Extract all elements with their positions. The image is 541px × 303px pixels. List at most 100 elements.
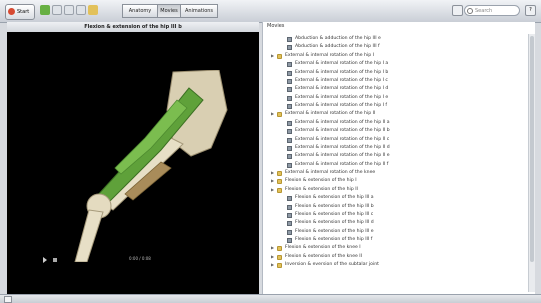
tree-item[interactable]: Flexion & extension of the hip III c (263, 211, 525, 219)
tree-folder[interactable]: ▶ Flexion & extension of the hip II (263, 186, 525, 194)
tree-item[interactable]: Abduction & adduction of the hip III e (263, 35, 525, 43)
tree-item-label: Flexion & extension of the hip I (285, 178, 357, 184)
movie-icon (287, 37, 292, 42)
tree-item-label: Abduction & adduction of the hip III f (295, 44, 380, 50)
movie-icon (287, 78, 292, 84)
movie-icon (287, 154, 292, 160)
tree-item[interactable]: Flexion & extension of the hip III d (263, 219, 525, 227)
tree-item-label: Inversion & eversion of the subtalar joi… (285, 262, 379, 268)
expand-arrow-icon[interactable]: ▶ (271, 169, 274, 177)
tree-folder[interactable]: ▶ Flexion & extension of the knee II (263, 253, 525, 261)
tree-item[interactable]: External & internal rotation of the hip … (263, 127, 525, 135)
movie-icon (287, 45, 292, 51)
expand-arrow-icon[interactable]: ▶ (271, 244, 274, 252)
folder-icon (277, 254, 282, 260)
play-icon[interactable] (43, 257, 47, 263)
start-button[interactable]: Start (5, 4, 35, 20)
tree-item[interactable]: External & internal rotation of the hip … (263, 85, 525, 93)
movie-icon (287, 95, 292, 101)
tree-item[interactable]: Flexion & extension of the hip III a (263, 194, 525, 202)
tree-folder[interactable]: ▶ Inversion & eversion of the subtalar jo… (263, 261, 525, 269)
expand-arrow-icon[interactable]: ▶ (271, 110, 274, 118)
toolbar-option-button[interactable] (452, 5, 463, 16)
expand-arrow-icon[interactable]: ▶ (271, 52, 274, 60)
tree-item-label: External & internal rotation of the hip … (295, 144, 390, 150)
movie-icon (287, 70, 292, 76)
anatomy-3d-view[interactable] (41, 70, 231, 262)
expand-arrow-icon[interactable]: ▶ (271, 186, 274, 194)
folder-icon[interactable] (88, 5, 98, 15)
folder-icon (277, 263, 282, 269)
tree-item-label: External & internal rotation of the hip … (295, 86, 389, 92)
forward-icon[interactable] (76, 5, 86, 15)
tree-item-label: External & internal rotation of the hip … (295, 136, 390, 142)
volume-icon[interactable] (53, 258, 57, 262)
video-controls[interactable]: 0:00 / 0:08 (41, 256, 231, 264)
tree-item-label: External & internal rotation of the hip … (285, 111, 376, 117)
tree-item[interactable]: External & internal rotation of the hip … (263, 144, 525, 152)
tree-item[interactable]: Flexion & extension of the hip III b (263, 203, 525, 211)
tree-item-label: External & internal rotation of the hip … (295, 161, 389, 167)
tree-item-label: External & internal rotation of the hip … (295, 128, 390, 134)
movie-icon (287, 196, 292, 202)
tree-item[interactable]: External & internal rotation of the hip … (263, 161, 525, 169)
movie-viewer-panel: Flexion & extension of the hip III b 0:0… (7, 22, 259, 294)
tab-animations[interactable]: Animations (181, 4, 218, 18)
back-icon[interactable] (64, 5, 74, 15)
tree-item[interactable]: Flexion & extension of the hip III e (263, 228, 525, 236)
movie-icon (287, 229, 292, 235)
tree-item-label: Flexion & extension of the hip III e (295, 228, 374, 234)
search-icon (467, 8, 473, 14)
movie-icon (287, 137, 292, 143)
tree-item[interactable]: External & internal rotation of the hip … (263, 136, 525, 144)
home-icon[interactable] (52, 5, 62, 15)
expand-arrow-icon[interactable]: ▶ (271, 261, 274, 269)
tree-item-label: Abduction & adduction of the hip III e (295, 36, 381, 41)
tree-folder[interactable]: ▶ Flexion & extension of the knee I (263, 244, 525, 252)
folder-icon (277, 53, 282, 59)
tree-item-label: External & internal rotation of the hip … (295, 94, 389, 100)
tree-item-label: Flexion & extension of the knee II (285, 253, 363, 259)
tree-item[interactable]: Abduction & adduction of the hip III f (263, 43, 525, 51)
scrollbar-thumb[interactable] (530, 36, 534, 262)
tree-item[interactable]: External & internal rotation of the hip … (263, 77, 525, 85)
tab-movies[interactable]: Movies (158, 4, 181, 18)
folder-icon (277, 171, 282, 176)
tree-item-label: Flexion & extension of the hip III d (295, 220, 374, 226)
tree-item[interactable]: External & internal rotation of the hip … (263, 69, 525, 77)
movie-icon (287, 238, 292, 243)
list-scrollbar[interactable] (528, 34, 535, 292)
tree-item[interactable]: External & internal rotation of the hip … (263, 119, 525, 127)
expand-arrow-icon[interactable]: ▶ (271, 177, 274, 185)
tree-folder[interactable]: ▶ External & internal rotation of the hip… (263, 52, 525, 60)
tree-folder[interactable]: ▶ Flexion & extension of the hip I (263, 177, 525, 185)
tree-item-label: External & internal rotation of the hip … (295, 103, 388, 108)
tree-folder[interactable]: ▶ External & internal rotation of the kne… (263, 169, 525, 177)
tree-item-label: Flexion & extension of the hip III f (295, 237, 373, 242)
tree-folder[interactable]: ▶ External & internal rotation of the hip… (263, 110, 525, 118)
tab-anatomy[interactable]: Anatomy (122, 4, 158, 18)
expand-arrow-icon[interactable]: ▶ (271, 253, 274, 261)
tree-item[interactable]: Flexion & extension of the hip III f (263, 236, 525, 244)
movies-tree: Abduction & adduction of the hip III e Ab… (263, 35, 525, 270)
view-tabs: Anatomy Movies Animations (122, 4, 218, 18)
tree-item-label: External & internal rotation of the hip … (295, 153, 390, 159)
tree-item-label: Flexion & extension of the hip II (285, 186, 358, 192)
tree-item-label: Flexion & extension of the hip III b (295, 203, 374, 209)
movie-icon (287, 204, 292, 210)
tree-item[interactable]: External & internal rotation of the hip … (263, 102, 525, 110)
folder-icon (277, 112, 282, 118)
movie-icon (287, 221, 292, 227)
search-input[interactable]: Search (464, 5, 520, 16)
add-icon[interactable] (40, 5, 50, 15)
tree-item[interactable]: External & internal rotation of the hip … (263, 60, 525, 68)
tree-item-label: External & internal rotation of the hip … (285, 52, 374, 58)
toolbar: Start Anatomy Movies Animations Search ? (0, 0, 541, 23)
tree-item-label: External & internal rotation of the hip … (295, 61, 389, 67)
folder-icon (277, 179, 282, 185)
help-button[interactable]: ? (525, 5, 536, 16)
tree-item[interactable]: External & internal rotation of the hip … (263, 94, 525, 102)
tree-item[interactable]: External & internal rotation of the hip … (263, 152, 525, 160)
movie-title: Flexion & extension of the hip III b (7, 22, 259, 32)
movies-list-panel: Movies Abduction & adduction of the hip … (262, 22, 535, 294)
